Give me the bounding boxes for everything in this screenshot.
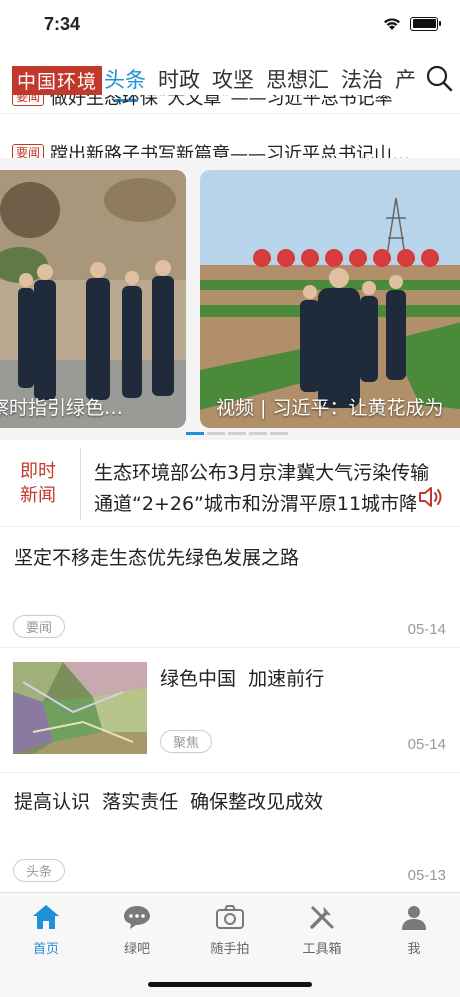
status-icons	[382, 16, 441, 31]
status-time: 7:34	[44, 14, 81, 34]
article-title: 绿色中国 加速前行	[160, 668, 325, 690]
tabbar-label: 工具箱	[302, 942, 342, 957]
channel-tabs: 头条 时政 攻坚 思想汇 法治 产	[104, 64, 428, 94]
headline-text: 做好生态环保“大文章”——习近平总书记率	[50, 95, 393, 109]
article-thumbnail	[13, 662, 147, 754]
article-tag: 聚焦	[160, 730, 213, 753]
tab-law[interactable]: 法治	[341, 64, 383, 94]
divider	[0, 113, 460, 114]
article-title: 坚定不移走生态优先绿色发展之路	[14, 547, 300, 569]
tabbar-item-toolbox[interactable]: 工具箱	[282, 902, 362, 957]
article-item[interactable]: 绿色中国 加速前行 聚焦 05-14	[0, 648, 460, 772]
pagination-dot[interactable]	[249, 432, 267, 435]
tab-headlines[interactable]: 头条	[104, 64, 146, 94]
tabbar-item-home[interactable]: 首页	[6, 902, 86, 957]
headline-tag: 要闻	[12, 95, 45, 106]
breaking-news-label: 即时 新闻	[18, 460, 58, 508]
slide-caption: 视频 | 习近平：让黄花成为	[216, 397, 444, 419]
breaking-label-line: 新闻	[20, 485, 56, 506]
slide-photo	[0, 170, 186, 428]
home-icon	[33, 905, 59, 929]
tabbar-label: 随手拍	[210, 942, 250, 957]
tabbar-label: 我	[407, 942, 421, 957]
battery-icon	[410, 16, 441, 31]
article-tag: 要闻	[13, 615, 66, 638]
tab-thought[interactable]: 思想汇	[266, 64, 329, 94]
brand-logo[interactable]: 中国环境	[12, 66, 103, 95]
article-title: 提高认识 落实责任 确保整改见成效	[14, 791, 324, 813]
article-item[interactable]: 提高认识 落实责任 确保整改见成效 头条 05-13	[0, 773, 460, 891]
pagination-dot[interactable]	[270, 432, 288, 435]
camera-icon	[216, 905, 244, 929]
search-icon[interactable]	[424, 63, 454, 93]
tab-industry[interactable]: 产	[395, 64, 416, 94]
tabbar-item-me[interactable]: 我	[374, 902, 454, 957]
carousel-slide[interactable]: 察时指引绿色…	[0, 170, 186, 428]
article-item[interactable]: 坚定不移走生态优先绿色发展之路 要闻 05-14	[0, 527, 460, 647]
slide-caption: 察时指引绿色…	[0, 397, 124, 419]
speaker-icon[interactable]	[416, 484, 446, 510]
pagination-dot[interactable]	[207, 432, 225, 435]
wifi-icon	[384, 18, 400, 30]
article-date: 05-14	[407, 736, 446, 753]
photo-carousel[interactable]: 察时指引绿色… 视频 | 习近平：让黄花成为	[0, 158, 460, 440]
person-icon	[402, 906, 426, 930]
breaking-news-text[interactable]: 生态环境部公布3月京津冀大气污染传输通道“2+26”城市和汾渭平原11城市降	[94, 458, 444, 520]
headline-row[interactable]: 要闻 做好生态环保“大文章”——习近平总书记率	[12, 95, 452, 113]
breaking-label-line: 即时	[20, 461, 56, 482]
chat-bubble-icon	[124, 906, 150, 929]
carousel-pagination	[186, 432, 288, 435]
tabbar-item-snapshot[interactable]: 随手拍	[190, 902, 270, 957]
divider	[80, 448, 81, 520]
article-date: 05-13	[407, 867, 446, 884]
tools-icon	[310, 906, 334, 929]
pagination-dot[interactable]	[228, 432, 246, 435]
tabbar-label: 绿吧	[123, 942, 150, 957]
pagination-dot[interactable]	[186, 432, 204, 435]
article-tag: 头条	[13, 859, 66, 882]
slide-photo	[200, 170, 460, 428]
tabbar-label: 首页	[32, 942, 59, 957]
carousel-slide[interactable]: 视频 | 习近平：让黄花成为	[200, 170, 460, 428]
tab-politics[interactable]: 时政	[158, 64, 200, 94]
tab-tackle[interactable]: 攻坚	[212, 64, 254, 94]
tabbar-item-forum[interactable]: 绿吧	[97, 902, 177, 957]
article-date: 05-14	[407, 621, 446, 638]
home-indicator	[148, 982, 312, 987]
